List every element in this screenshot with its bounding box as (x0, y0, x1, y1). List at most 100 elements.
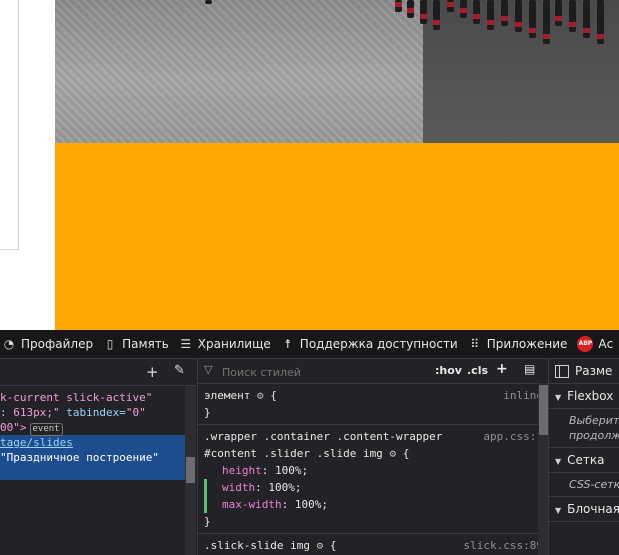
tab-memory[interactable]: ▯ Память (101, 330, 177, 358)
photo-figure-stripe (515, 22, 522, 27)
orange-slide-background (55, 143, 619, 330)
photo-figure (597, 0, 604, 44)
rule-source[interactable]: app.css:1 (483, 428, 543, 445)
photo-figure (420, 0, 427, 24)
tab-application[interactable]: ⠿ Приложение (466, 330, 576, 358)
photo-figure (569, 0, 576, 32)
photo-figure (583, 0, 590, 38)
grid-note: CSS-сетк (549, 473, 619, 497)
photo-figure-stripe (395, 2, 402, 7)
css-declaration[interactable]: height: 100%; (204, 462, 541, 479)
rule-source[interactable]: slick.css:89 (464, 537, 543, 554)
photo-figure (433, 0, 440, 30)
tab-label: Хранилище (197, 337, 271, 351)
rule-selector: .slick-slide img (204, 539, 310, 552)
flexbox-note: Выберит продолж (549, 409, 619, 448)
left-column-box (0, 0, 19, 250)
devtools-panel: ◔ Профайлер ▯ Память ☰ Хранилище ☨ Подде… (0, 330, 619, 555)
rule-selector: .wrapper .container .content-wrapper (204, 430, 443, 443)
tab-label: Память (122, 337, 169, 351)
selected-node[interactable]: tage/slides "Праздничное построение" (0, 435, 186, 480)
css-declaration[interactable]: width: 100%; (204, 479, 541, 496)
chevron-down-icon: ▼ (555, 457, 562, 466)
photo-figure (529, 0, 536, 38)
tab-label: Поддержка доступности (299, 337, 458, 351)
src-link[interactable]: tage/slides (0, 436, 73, 449)
rules-panel: ▽ :hov .cls + ▤ элемент ⚙ { inline } .wr… (197, 359, 549, 555)
rules-scrollbar-thumb[interactable] (539, 385, 548, 435)
gear-icon[interactable]: ⚙ (317, 539, 324, 552)
print-media-icon[interactable]: ▤ (524, 362, 535, 376)
layout-panel: Разме ▼ Flexbox Выберит продолж ▼ Сетка CS… (548, 359, 619, 555)
photo-figure (205, 0, 212, 4)
rule-selector: элемент (204, 389, 251, 402)
add-rule-icon[interactable]: + (496, 361, 508, 377)
photo-figure (487, 0, 494, 30)
css-declaration[interactable]: max-width: 100%; (204, 496, 541, 513)
photo-figure (543, 0, 550, 44)
rule-selector: #content .slider .slide img (204, 447, 383, 460)
section-flexbox[interactable]: ▼ Flexbox (549, 384, 619, 409)
tab-label: Профайлер (21, 337, 94, 351)
photo-figure (460, 0, 467, 18)
markup-tree: k-current slick-active" : 613px;" tabind… (0, 386, 196, 480)
css-rule: .slick-slide img ⚙ { slick.css:89 displa… (198, 534, 549, 555)
layout-tab-row: Разме (549, 359, 619, 384)
section-grid[interactable]: ▼ Сетка (549, 448, 619, 473)
photo-figure-stripe (447, 2, 454, 7)
photo-figure (473, 0, 480, 24)
add-node-icon[interactable]: + (146, 363, 159, 381)
tab-adblock[interactable]: ABP Ас (575, 330, 619, 358)
section-box-model[interactable]: ▼ Блочная (549, 497, 619, 522)
photo-figure (501, 0, 508, 26)
tab-storage[interactable]: ☰ Хранилище (177, 330, 279, 358)
cls-toggle[interactable]: .cls (467, 364, 488, 377)
markup-line[interactable]: 00"> event (0, 420, 196, 436)
eyedropper-icon[interactable]: ✎ (174, 363, 185, 378)
photo-figure-stripe (583, 28, 590, 33)
photo-figure-stripe (569, 22, 576, 27)
markup-line[interactable]: k-current slick-active" (0, 390, 196, 405)
photo-figure-stripe (543, 34, 550, 39)
markup-toolbar: + ✎ (0, 359, 196, 386)
photo-figure (555, 0, 562, 26)
devtools-tab-bar: ◔ Профайлер ▯ Память ☰ Хранилище ☨ Подде… (0, 330, 619, 359)
photo-figure-stripe (487, 20, 494, 25)
markup-scrollbar-thumb[interactable] (186, 457, 195, 483)
css-rule: .wrapper .container .content-wrapper app… (198, 425, 549, 534)
hov-toggle[interactable]: :hov (435, 364, 462, 377)
chevron-down-icon: ▼ (555, 393, 562, 402)
gear-icon[interactable]: ⚙ (257, 389, 264, 402)
storage-icon: ☰ (180, 337, 192, 351)
photo-figure-stripe (407, 8, 414, 13)
alt-value: "Праздничное построение" (0, 451, 159, 464)
application-icon: ⠿ (470, 337, 480, 351)
photo-figure-stripe (501, 16, 508, 21)
tab-accessibility[interactable]: ☨ Поддержка доступности (279, 330, 466, 358)
accessibility-icon: ☨ (284, 337, 292, 351)
gear-icon[interactable]: ⚙ (389, 447, 396, 460)
style-filter-input[interactable] (202, 362, 444, 382)
photo-figure (515, 0, 522, 32)
photo-figure-stripe (529, 28, 536, 33)
photo-figure (395, 0, 402, 12)
chevron-down-icon: ▼ (555, 506, 562, 515)
rules-toolbar: ▽ :hov .cls + ▤ (198, 359, 549, 384)
photo-figure-stripe (460, 8, 467, 13)
tab-label: Приложение (486, 337, 568, 351)
photo-figure-stripe (420, 14, 427, 19)
tab-layout[interactable]: Разме (575, 364, 612, 378)
photo-figure-stripe (555, 16, 562, 21)
photo-figure (447, 0, 454, 12)
photo-figure-stripe (597, 34, 604, 39)
page-viewport (0, 0, 619, 330)
profiler-icon: ◔ (3, 337, 15, 351)
markup-line[interactable]: : 613px;" tabindex="0" (0, 405, 196, 420)
markup-panel: + ✎ k-current slick-active" : 613px;" ta… (0, 359, 196, 555)
adblock-icon: ABP (577, 336, 594, 352)
tab-profiler[interactable]: ◔ Профайлер (0, 330, 101, 358)
memory-icon: ▯ (106, 337, 114, 351)
sidebar-toggle-icon[interactable] (555, 364, 569, 378)
element-rule: элемент ⚙ { inline } (198, 384, 549, 425)
slide-photo[interactable] (55, 0, 619, 143)
